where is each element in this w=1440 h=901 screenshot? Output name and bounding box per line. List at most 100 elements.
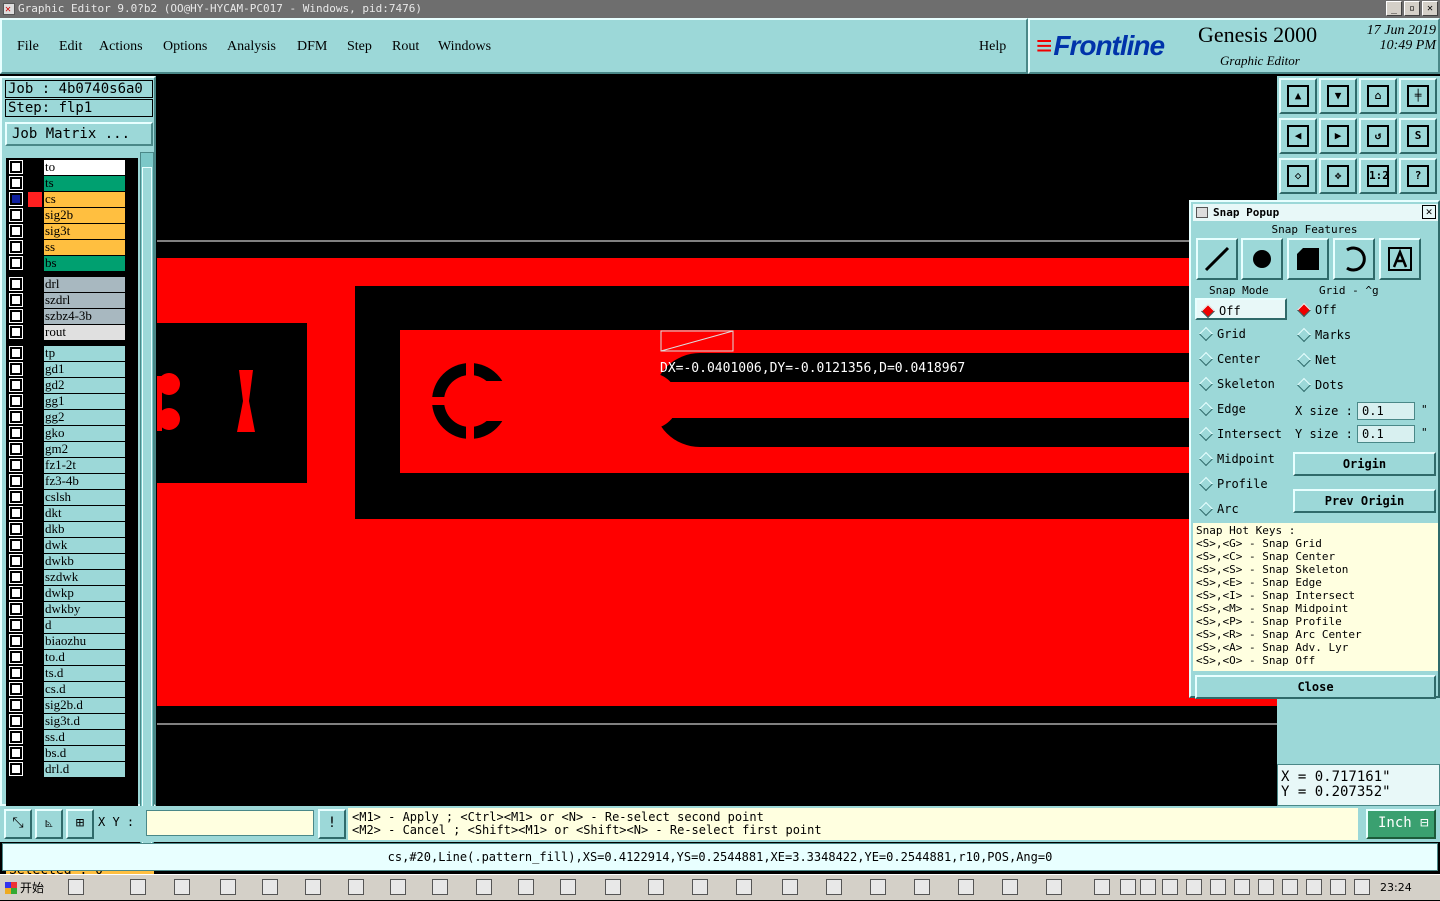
view-button-3[interactable]: ⌂: [1359, 78, 1397, 114]
grid-mode-off[interactable]: Off: [1293, 299, 1393, 321]
layer-checkbox[interactable]: [9, 309, 23, 323]
taskbar-app-icon[interactable]: [1186, 879, 1202, 895]
layer-checkbox[interactable]: [9, 682, 23, 696]
layer-checkbox[interactable]: [9, 506, 23, 520]
layer-checkbox[interactable]: [9, 426, 23, 440]
snap-feature-surface[interactable]: [1287, 238, 1329, 280]
view-button-5[interactable]: ◀: [1279, 118, 1317, 154]
taskbar-app-icon[interactable]: [1282, 879, 1298, 895]
layer-color-swatch[interactable]: [28, 538, 42, 553]
snap-mode-profile[interactable]: Profile: [1195, 473, 1287, 495]
layer-name[interactable]: bs.d: [44, 746, 125, 761]
taskbar-app-icon[interactable]: [736, 879, 752, 895]
layer-name[interactable]: sig2b.d: [44, 698, 125, 713]
layer-row-cs.d[interactable]: cs.d: [8, 682, 126, 697]
layer-color-swatch[interactable]: [28, 346, 42, 361]
layer-row-drl[interactable]: drl: [8, 277, 126, 292]
layer-row-ss.d[interactable]: ss.d: [8, 730, 126, 745]
layer-row-sig2b.d[interactable]: sig2b.d: [8, 698, 126, 713]
layer-name[interactable]: gm2: [44, 442, 125, 457]
layer-name[interactable]: cs.d: [44, 682, 125, 697]
grid-tool-button[interactable]: ⊞: [66, 809, 94, 839]
menu-rout[interactable]: Rout: [392, 39, 419, 55]
menu-help[interactable]: Help: [979, 39, 1006, 55]
layer-color-swatch[interactable]: [28, 176, 42, 191]
layer-checkbox[interactable]: [9, 293, 23, 307]
layer-color-swatch[interactable]: [28, 666, 42, 681]
layer-color-swatch[interactable]: [28, 362, 42, 377]
layer-row-fz3-4b[interactable]: fz3-4b: [8, 474, 126, 489]
layer-checkbox[interactable]: [9, 224, 23, 238]
graphic-canvas[interactable]: DX=-0.0401006,DY=-0.0121356,D=0.0418967: [157, 76, 1277, 806]
measure-tool-button[interactable]: ⤡: [4, 809, 32, 839]
layer-checkbox[interactable]: [9, 346, 23, 360]
layer-checkbox[interactable]: [9, 325, 23, 339]
taskbar-app-icon[interactable]: [1210, 879, 1226, 895]
unit-selector[interactable]: Inch ⊟: [1366, 809, 1436, 839]
menu-analysis[interactable]: Analysis: [227, 39, 276, 55]
layer-row-gko[interactable]: gko: [8, 426, 126, 441]
layer-name[interactable]: dwkb: [44, 554, 125, 569]
layer-checkbox[interactable]: [9, 538, 23, 552]
layer-color-swatch[interactable]: [28, 522, 42, 537]
layer-color-swatch[interactable]: [28, 458, 42, 473]
layer-name[interactable]: fz3-4b: [44, 474, 125, 489]
layer-row-drl.d[interactable]: drl.d: [8, 762, 126, 777]
layer-color-swatch[interactable]: [28, 160, 42, 175]
layer-name[interactable]: dwkp: [44, 586, 125, 601]
layer-name[interactable]: drl: [44, 277, 125, 292]
layer-color-swatch[interactable]: [28, 208, 42, 223]
grid-mode-net[interactable]: Net: [1293, 349, 1393, 371]
layer-row-biaozhu[interactable]: biaozhu: [8, 634, 126, 649]
start-button[interactable]: 开始: [2, 877, 56, 899]
layer-row-dwk[interactable]: dwk: [8, 538, 126, 553]
layer-name[interactable]: rout: [44, 325, 125, 340]
menu-dfm[interactable]: DFM: [297, 39, 327, 55]
layer-row-bs.d[interactable]: bs.d: [8, 746, 126, 761]
layer-color-swatch[interactable]: [28, 410, 42, 425]
layer-checkbox[interactable]: [9, 522, 23, 536]
layer-checkbox[interactable]: [9, 176, 23, 190]
layer-color-swatch[interactable]: [28, 240, 42, 255]
layer-name[interactable]: sig3t.d: [44, 714, 125, 729]
layer-name[interactable]: cslsh: [44, 490, 125, 505]
layer-checkbox[interactable]: [9, 586, 23, 600]
layer-row-dwkb[interactable]: dwkb: [8, 554, 126, 569]
view-button-4[interactable]: ╪: [1399, 78, 1437, 114]
taskbar-app-icon[interactable]: [958, 879, 974, 895]
taskbar-app-icon[interactable]: [130, 879, 146, 895]
layer-checkbox[interactable]: [9, 570, 23, 584]
snap-feature-pad[interactable]: [1241, 238, 1283, 280]
snap-mode-skeleton[interactable]: Skeleton: [1195, 373, 1287, 395]
view-button-2[interactable]: ▼: [1319, 78, 1357, 114]
layer-name[interactable]: gg1: [44, 394, 125, 409]
layer-checkbox[interactable]: [9, 746, 23, 760]
layer-checkbox[interactable]: [9, 618, 23, 632]
layer-color-swatch[interactable]: [28, 224, 42, 239]
layer-checkbox[interactable]: [9, 240, 23, 254]
view-button-11[interactable]: 1:2: [1359, 158, 1397, 194]
view-button-1[interactable]: ▲: [1279, 78, 1317, 114]
layer-row-szdwk[interactable]: szdwk: [8, 570, 126, 585]
layer-row-gd1[interactable]: gd1: [8, 362, 126, 377]
taskbar-app-icon[interactable]: [560, 879, 576, 895]
layer-name[interactable]: cs: [44, 192, 125, 207]
layer-color-swatch[interactable]: [28, 698, 42, 713]
layer-color-swatch[interactable]: [28, 730, 42, 745]
layer-row-ss[interactable]: ss: [8, 240, 126, 255]
snap-mode-center[interactable]: Center: [1195, 348, 1287, 370]
layer-scrollbar[interactable]: [140, 152, 154, 858]
layer-row-szdrl[interactable]: szdrl: [8, 293, 126, 308]
layer-color-swatch[interactable]: [28, 490, 42, 505]
taskbar-app-icon[interactable]: [1306, 879, 1322, 895]
layer-checkbox[interactable]: [9, 666, 23, 680]
layer-checkbox[interactable]: [9, 208, 23, 222]
layer-name[interactable]: ss: [44, 240, 125, 255]
layer-checkbox[interactable]: [9, 554, 23, 568]
origin-button[interactable]: Origin: [1293, 452, 1436, 476]
layer-row-dkt[interactable]: dkt: [8, 506, 126, 521]
prev-origin-button[interactable]: Prev Origin: [1293, 489, 1436, 513]
xy-input[interactable]: [146, 810, 314, 836]
scroll-thumb[interactable]: [142, 167, 152, 847]
taskbar-app-icon[interactable]: [1234, 879, 1250, 895]
